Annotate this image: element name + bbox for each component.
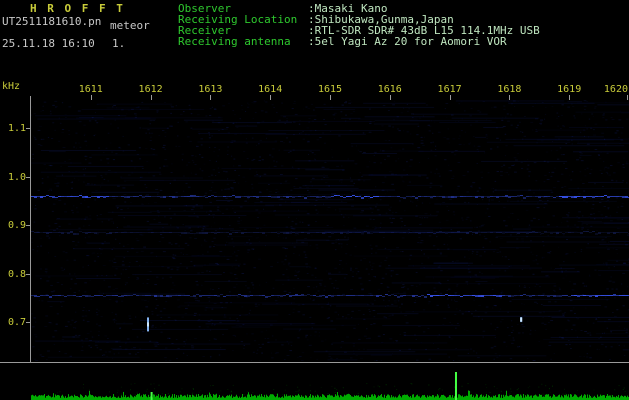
station-name: meteor [110,19,150,32]
output-filename: UT2511181610.pn [2,15,102,28]
time-tick-label: 1618 [497,84,522,95]
freq-tick-label: 1.0 [7,171,26,183]
time-tick-label: 1617 [437,84,462,95]
signal-level-canvas [31,363,629,400]
time-tick-label: 1613 [198,84,223,95]
time-tick-label: 1615 [317,84,343,95]
freq-tick-label: 0.7 [7,317,26,328]
time-tick-label: 1611 [78,84,103,95]
time-tick-label: 1614 [258,84,283,95]
time-tick-label: 1620 [603,84,628,95]
app-title: H R O F F T [30,2,125,15]
timestamp: 25.11.18 16:10 [2,37,95,50]
freq-tick-label: 0.9 [7,220,26,231]
khz-axis-label: kHz [2,81,21,92]
time-tick-label: 1616 [377,84,402,95]
hrofft-output-image: H R O F F T UT2511181610.pn meteor 25.11… [0,0,629,400]
field-label-antenna: Receiving antenna [178,35,291,48]
field-value-antenna: :5el Yagi Az 20 for Aomori VOR [308,35,507,48]
time-tick-label: 1619 [557,84,582,95]
freq-tick-label: 1.1 [7,123,26,134]
spectrogram-canvas [31,100,629,361]
page-counter: 1. [112,37,126,50]
time-tick-label: 1612 [138,84,163,95]
freq-tick-label: 0.8 [7,268,26,280]
